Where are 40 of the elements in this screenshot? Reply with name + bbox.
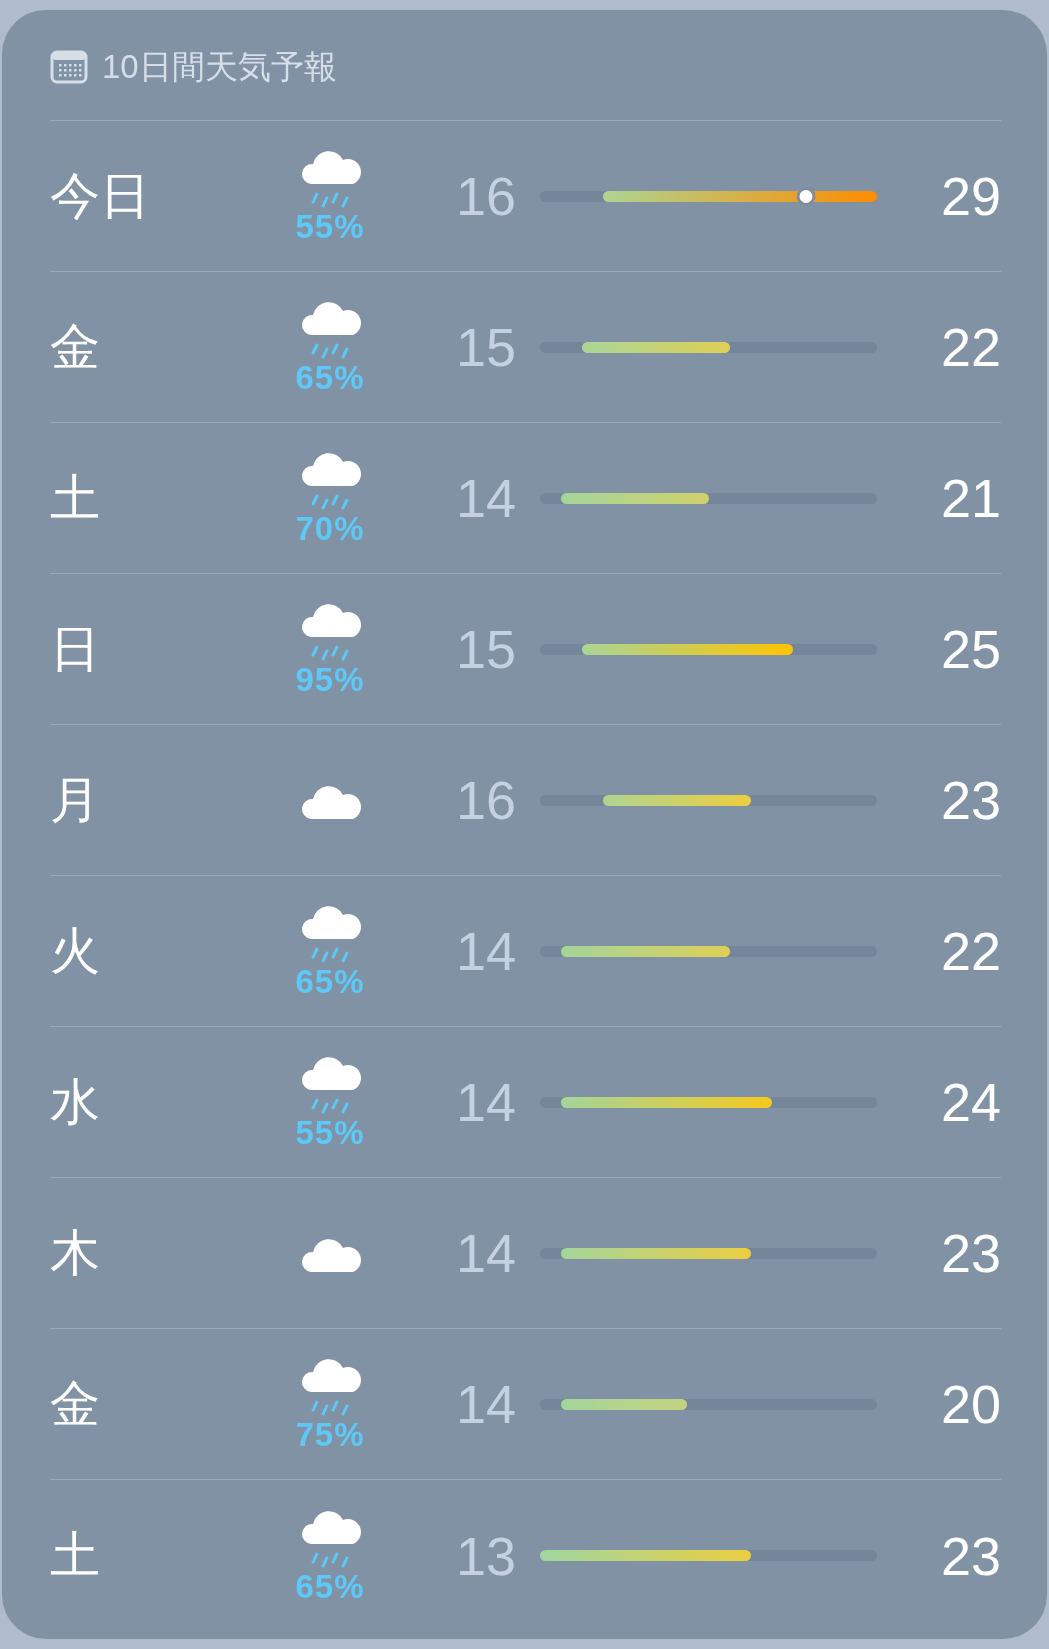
day-label: 水 [50, 1072, 100, 1132]
precipitation-chance: 75% [295, 1416, 365, 1454]
precipitation-chance: 65% [295, 1567, 365, 1606]
low-temperature: 15 [455, 618, 516, 680]
low-temperature: 14 [455, 1373, 516, 1435]
high-temperature: 23 [940, 1222, 1001, 1284]
low-temperature: 14 [455, 1222, 516, 1284]
low-temperature: 16 [455, 165, 516, 227]
day-label: 火 [50, 921, 100, 981]
precipitation-chance: 65% [295, 963, 365, 1001]
high-temperature: 29 [940, 165, 1001, 227]
low-temperature: 16 [455, 769, 516, 831]
precipitation-chance: 95% [295, 661, 365, 699]
calendar-icon [50, 50, 88, 84]
low-temperature: 13 [455, 1524, 516, 1587]
high-temperature: 22 [940, 316, 1001, 378]
low-temperature: 14 [455, 920, 516, 982]
precipitation-chance: 55% [295, 208, 365, 246]
high-temperature: 25 [940, 618, 1001, 680]
day-label: 金 [50, 1374, 100, 1434]
day-label: 日 [50, 619, 100, 679]
high-temperature: 22 [940, 920, 1001, 982]
precipitation-chance: 70% [295, 510, 365, 548]
high-temperature: 23 [940, 769, 1001, 831]
high-temperature: 23 [940, 1524, 1001, 1587]
low-temperature: 15 [455, 316, 516, 378]
precipitation-chance: 55% [295, 1114, 365, 1152]
low-temperature: 14 [455, 467, 516, 529]
day-label: 土 [50, 468, 100, 528]
high-temperature: 20 [940, 1373, 1001, 1435]
day-label: 月 [50, 770, 100, 830]
day-label: 金 [50, 317, 100, 377]
high-temperature: 24 [940, 1071, 1001, 1133]
high-temperature: 21 [940, 467, 1001, 529]
low-temperature: 14 [455, 1071, 516, 1133]
day-label: 木 [50, 1223, 100, 1283]
precipitation-chance: 65% [295, 359, 365, 397]
day-label: 土 [50, 1526, 100, 1585]
card-title: 10日間天気予報 [102, 46, 337, 87]
day-label: 今日 [50, 166, 150, 226]
